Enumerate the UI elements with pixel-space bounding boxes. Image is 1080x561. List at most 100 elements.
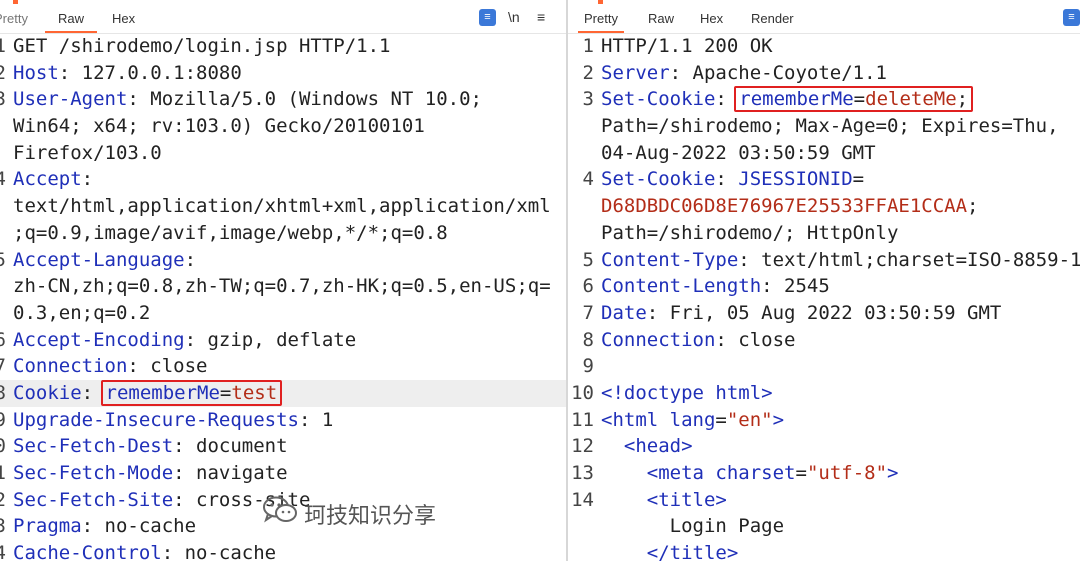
code-line[interactable]: 0.3,en;q=0.2 xyxy=(0,300,566,327)
line-content: <!doctype html> xyxy=(601,380,773,407)
code-line[interactable]: D68DBDC06D8E76967E25533FFAE1CCAA; xyxy=(568,193,1080,220)
code-token: Content-Length xyxy=(601,275,762,298)
tab-hex[interactable]: Hex xyxy=(112,0,135,33)
line-content: 04-Aug-2022 03:50:59 GMT xyxy=(601,140,876,167)
line-number: 1 xyxy=(582,35,594,57)
code-line[interactable]: 3 User-Agent: Mozilla/5.0 (Windows NT 10.… xyxy=(0,86,566,113)
code-token: : no-cache xyxy=(161,542,277,561)
tab-pretty[interactable]: Pretty xyxy=(0,0,28,33)
line-number: 4 xyxy=(582,168,594,191)
line-content: Sec-Fetch-Mode: navigate xyxy=(13,460,288,487)
tab-raw[interactable]: Raw xyxy=(648,0,674,33)
code-token: Win64; x64; rv:103.0) Gecko/20100101 xyxy=(13,115,425,138)
code-line[interactable]: </title> xyxy=(568,540,1080,561)
line-number: 9 xyxy=(582,355,594,378)
code-line[interactable]: 4 Accept: xyxy=(0,166,566,193)
line-number: 10 xyxy=(571,381,594,404)
newline-toggle-button[interactable]: \n xyxy=(508,8,520,26)
line-number: 7 xyxy=(0,355,6,378)
code-line[interactable]: ;q=0.9,image/avif,image/webp,*/*;q=0.8 xyxy=(0,220,566,247)
code-line[interactable]: 0 Sec-Fetch-Dest: document xyxy=(0,433,566,460)
wechat-icon xyxy=(262,495,298,539)
code-token: > xyxy=(772,408,785,431)
code-token: lang xyxy=(669,408,716,431)
code-line[interactable]: Win64; x64; rv:103.0) Gecko/20100101 xyxy=(0,113,566,140)
request-tabbar: Pretty Raw Hex ≡ \n ≡ xyxy=(0,0,566,34)
text-format-icon[interactable]: ≡ xyxy=(1063,9,1080,26)
code-line[interactable]: 3 Set-Cookie: rememberMe=deleteMe; xyxy=(568,86,1080,113)
code-token: zh-CN,zh;q=0.8,zh-TW;q=0.7,zh-HK;q=0.5,e… xyxy=(13,275,551,298)
code-token: = xyxy=(795,462,807,484)
code-token: > xyxy=(887,462,899,484)
code-line[interactable]: 11 <html lang="en"> xyxy=(568,407,1080,434)
code-line[interactable]: 5 Accept-Language: xyxy=(0,247,566,274)
code-token: Set-Cookie xyxy=(601,168,716,191)
line-number: 1 xyxy=(0,35,6,57)
code-token: <!doctype html> xyxy=(601,381,773,404)
code-line[interactable]: 12 <head> xyxy=(568,433,1080,460)
code-line[interactable]: 4 Set-Cookie: JSESSIONID= xyxy=(568,166,1080,193)
code-line[interactable]: Login Page xyxy=(568,513,1080,540)
code-token: charset xyxy=(715,462,796,484)
code-line[interactable]: 1 HTTP/1.1 200 OK xyxy=(568,33,1080,60)
code-line[interactable]: 2 Server: Apache-Coyote/1.1 xyxy=(568,60,1080,87)
line-number: 2 xyxy=(0,61,6,84)
code-token: Path=/shirodemo; Max-Age=0; Expires=Thu, xyxy=(601,115,1059,138)
line-content: Login Page xyxy=(601,513,784,540)
code-token: <title> xyxy=(646,488,727,511)
menu-icon[interactable]: ≡ xyxy=(537,8,545,26)
tab-render[interactable]: Render xyxy=(751,0,794,33)
code-token: Accept-Language xyxy=(13,248,185,271)
code-line[interactable]: 8 Cookie: rememberMe=test xyxy=(0,379,566,407)
code-line[interactable]: Path=/shirodemo; Max-Age=0; Expires=Thu, xyxy=(568,113,1080,140)
code-line[interactable]: Path=/shirodemo/; HttpOnly xyxy=(568,220,1080,247)
line-content: Date: Fri, 05 Aug 2022 03:50:59 GMT xyxy=(601,300,1001,327)
code-line[interactable]: Firefox/103.0 xyxy=(0,140,566,167)
line-number: 11 xyxy=(571,408,594,431)
tab-raw[interactable]: Raw xyxy=(45,0,97,33)
line-content: <head> xyxy=(601,433,693,460)
line-content: Win64; x64; rv:103.0) Gecko/20100101 xyxy=(13,113,425,140)
code-token: Server xyxy=(601,61,670,84)
tab-hex[interactable]: Hex xyxy=(700,0,723,33)
highlight-box: rememberMe=test xyxy=(100,379,283,406)
code-line[interactable]: 7 Date: Fri, 05 Aug 2022 03:50:59 GMT xyxy=(568,300,1080,327)
code-line[interactable]: 04-Aug-2022 03:50:59 GMT xyxy=(568,140,1080,167)
code-line[interactable]: 5 Content-Type: text/html;charset=ISO-885… xyxy=(568,247,1080,274)
text-format-icon[interactable]: ≡ xyxy=(479,9,496,26)
line-content: D68DBDC06D8E76967E25533FFAE1CCAA; xyxy=(601,193,979,220)
code-line[interactable]: 10 <!doctype html> xyxy=(568,380,1080,407)
response-editor[interactable]: 1 HTTP/1.1 200 OK 2 Server: Apache-Coyote/1… xyxy=(568,33,1080,561)
code-line[interactable]: 13 <meta charset="utf-8"> xyxy=(568,460,1080,487)
code-line[interactable]: 1 Sec-Fetch-Mode: navigate xyxy=(0,460,566,487)
code-line[interactable]: 2 Host: 127.0.0.1:8080 xyxy=(0,60,566,87)
code-token: : close xyxy=(127,355,208,378)
code-token: ;q=0.9,image/avif,image/webp,*/*;q=0.8 xyxy=(13,221,448,244)
code-line[interactable]: 9 Upgrade-Insecure-Requests: 1 xyxy=(0,407,566,434)
code-token: "en" xyxy=(726,408,773,431)
code-line[interactable]: 14 <title> xyxy=(568,487,1080,514)
code-line[interactable]: 8 Connection: close xyxy=(568,327,1080,354)
code-line[interactable]: 6 Accept-Encoding: gzip, deflate xyxy=(0,327,566,354)
code-token: : text/html;charset=ISO-8859-1 xyxy=(738,248,1080,271)
code-token: Cookie xyxy=(13,381,82,404)
code-line[interactable]: text/html,application/xhtml+xml,applicat… xyxy=(0,193,566,220)
request-editor[interactable]: 1 GET /shirodemo/login.jsp HTTP/1.1 2 Host:… xyxy=(0,33,566,561)
code-line[interactable]: 7 Connection: close xyxy=(0,353,566,380)
code-line[interactable]: 6 Content-Length: 2545 xyxy=(568,273,1080,300)
line-content: Connection: close xyxy=(13,353,207,380)
code-token: <html xyxy=(601,408,670,431)
code-token: GET /shirodemo/login.jsp HTTP/1.1 xyxy=(13,35,391,57)
line-content: text/html,application/xhtml+xml,applicat… xyxy=(13,193,551,220)
code-line[interactable]: 9 xyxy=(568,353,1080,380)
line-content: Accept-Language: xyxy=(13,247,196,274)
tab-pretty[interactable]: Pretty xyxy=(578,0,624,33)
code-line[interactable]: 1 GET /shirodemo/login.jsp HTTP/1.1 xyxy=(0,33,566,60)
code-line[interactable]: zh-CN,zh;q=0.8,zh-TW;q=0.7,zh-HK;q=0.5,e… xyxy=(0,273,566,300)
response-tabbar: Pretty Raw Hex Render ≡ xyxy=(568,0,1080,34)
code-line[interactable]: 4 Cache-Control: no-cache xyxy=(0,540,566,561)
line-content: Server: Apache-Coyote/1.1 xyxy=(601,60,887,87)
line-content: Cookie: rememberMe=test xyxy=(13,379,283,407)
